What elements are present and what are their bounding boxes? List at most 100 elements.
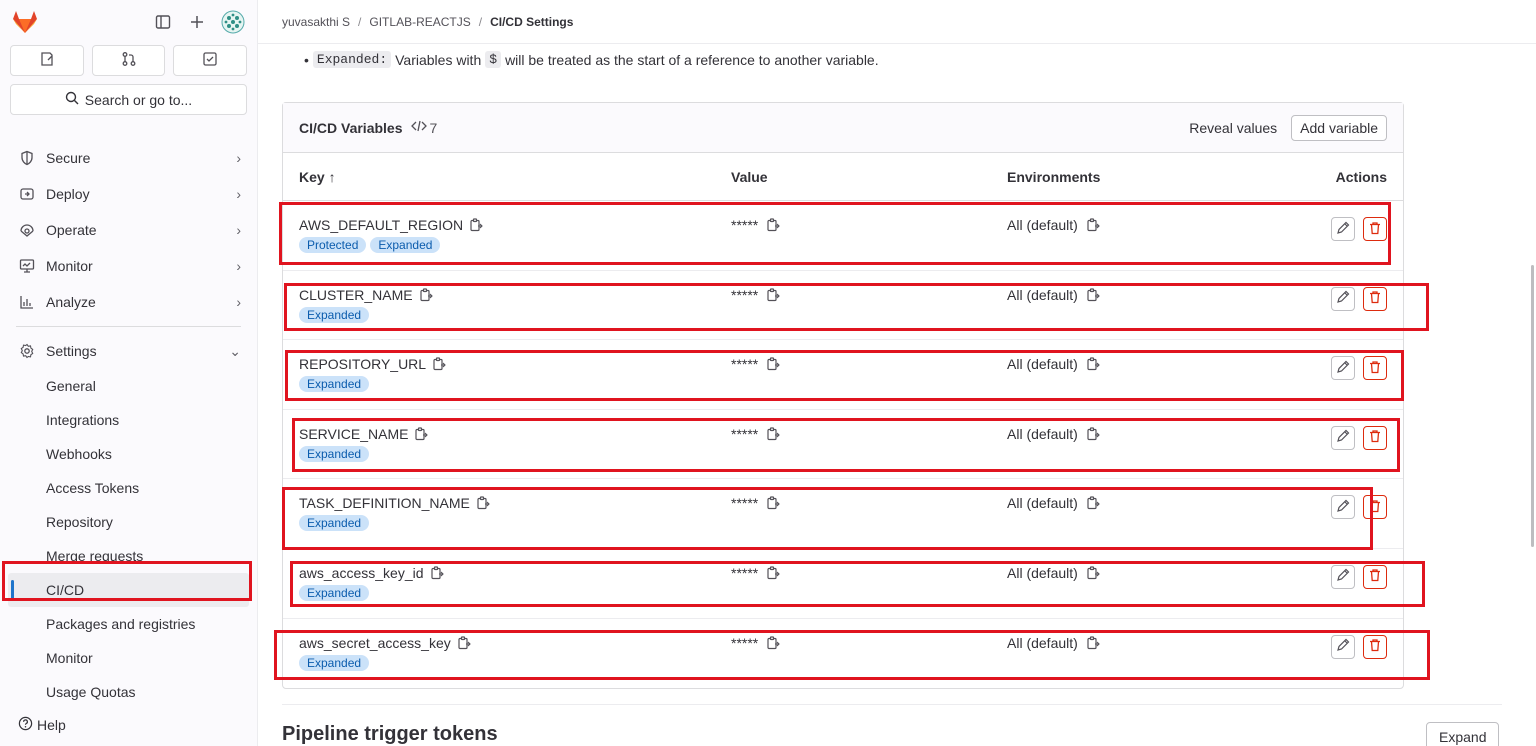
issues-shortcut-button[interactable] [10,45,84,76]
badge-group: Protected Expanded [299,237,731,253]
edit-variable-button[interactable] [1331,425,1355,450]
help-link[interactable]: Help [18,716,66,734]
delete-variable-button[interactable] [1363,425,1387,450]
copy-value-icon[interactable] [766,635,781,650]
badge-group: Expanded [299,584,731,601]
trash-icon [1368,221,1382,238]
settings-item-packages[interactable]: Packages and registries [0,607,257,641]
delete-variable-button[interactable] [1363,217,1387,241]
copy-environment-icon[interactable] [1086,357,1100,371]
delete-variable-button[interactable] [1363,286,1387,311]
pencil-icon [1336,499,1350,516]
copy-key-icon[interactable] [419,287,433,302]
badge-group: Expanded [299,306,731,323]
copy-value-icon[interactable] [766,218,781,232]
environment-scope: All (default) [1007,286,1078,303]
reveal-values-button[interactable]: Reveal values [1189,120,1277,136]
edit-variable-button[interactable] [1331,286,1355,311]
scrollbar[interactable] [1531,265,1534,547]
settings-item-usage-quotas[interactable]: Usage Quotas [0,675,257,709]
column-header-actions: Actions [1335,168,1387,185]
sidebar-item-secure[interactable]: Secure › [0,140,257,176]
variable-key: AWS_DEFAULT_REGION [299,217,464,233]
copy-environment-icon[interactable] [1086,427,1100,441]
copy-key-icon[interactable] [457,635,471,650]
sidebar-toggle-icon[interactable] [153,12,173,32]
delete-variable-button[interactable] [1363,634,1387,659]
edit-variable-button[interactable] [1331,495,1355,520]
variable-key: REPOSITORY_URL [299,356,427,373]
gitlab-logo-icon[interactable] [10,7,40,37]
delete-variable-button[interactable] [1363,356,1387,381]
settings-item-repository[interactable]: Repository [0,505,257,539]
copy-value-icon[interactable] [766,566,781,580]
add-variable-button[interactable]: Add variable [1291,114,1387,141]
edit-variable-button[interactable] [1331,564,1355,589]
table-row: CLUSTER_NAME Expanded ***** All (default… [283,271,1403,341]
sidebar-item-label: Analyze [46,294,96,310]
delete-variable-button[interactable] [1363,564,1387,589]
copy-environment-icon[interactable] [1086,496,1100,510]
issues-icon [39,51,55,70]
sidebar-item-analyze[interactable]: Analyze › [0,284,257,320]
breadcrumb-current[interactable]: CI/CD Settings [490,15,573,29]
copy-key-icon[interactable] [432,357,446,371]
copy-key-icon[interactable] [430,566,444,580]
edit-variable-button[interactable] [1331,217,1355,241]
settings-item-merge-requests[interactable]: Merge requests [0,539,257,573]
pencil-icon [1336,429,1350,446]
copy-key-icon[interactable] [469,218,483,232]
badge-protected: Protected [299,237,367,253]
edit-variable-button[interactable] [1331,356,1355,381]
value-cell: ***** [731,495,1007,511]
masked-value: ***** [731,425,759,442]
todos-shortcut-button[interactable] [173,45,248,76]
search-button[interactable]: Search or go to... [10,84,247,115]
plus-icon[interactable] [187,12,207,32]
settings-item-general[interactable]: General [0,369,257,403]
sidebar-item-settings[interactable]: Settings ⌄ [0,333,257,369]
environment-scope: All (default) [1007,634,1078,651]
merge-requests-shortcut-button[interactable] [91,45,166,76]
copy-key-icon[interactable] [414,427,429,441]
chevron-right-icon: › [236,258,241,274]
environment-cell: All (default) [1007,635,1307,651]
breadcrumb-user[interactable]: yuvasakthi S [282,15,350,29]
column-header-key[interactable]: Key ↑ [283,169,731,185]
copy-environment-icon[interactable] [1086,635,1100,650]
gear-icon [18,342,36,360]
copy-environment-icon[interactable] [1086,566,1100,580]
copy-environment-icon[interactable] [1086,287,1100,302]
environment-scope: All (default) [1007,217,1078,233]
merge-request-icon [121,51,137,70]
pencil-icon [1336,360,1350,377]
settings-item-webhooks[interactable]: Webhooks [0,437,257,471]
actions-cell [1307,286,1403,311]
settings-item-access-tokens[interactable]: Access Tokens [0,471,257,505]
expand-button[interactable]: Expand [1426,722,1500,746]
copy-value-icon[interactable] [766,357,781,371]
settings-item-monitor[interactable]: Monitor [0,641,257,675]
copy-value-icon[interactable] [766,427,781,441]
copy-value-icon[interactable] [766,287,781,302]
sidebar-item-label: Secure [46,150,91,166]
delete-variable-button[interactable] [1363,495,1387,520]
copy-key-icon[interactable] [476,496,490,510]
badge-group: Expanded [299,445,731,462]
copy-environment-icon[interactable] [1086,218,1100,232]
avatar[interactable] [221,10,245,34]
badge-group: Expanded [299,654,731,671]
breadcrumb-project[interactable]: GITLAB-REACTJS [369,15,470,29]
trash-icon [1368,429,1382,446]
copy-value-icon[interactable] [766,496,781,510]
edit-variable-button[interactable] [1331,634,1355,659]
pipeline-trigger-section: Pipeline trigger tokens Expand [282,704,1502,746]
badge-expanded: Expanded [299,376,370,393]
settings-item-integrations[interactable]: Integrations [0,403,257,437]
sidebar-item-deploy[interactable]: Deploy › [0,176,257,212]
breadcrumb-separator: / [478,14,483,29]
environment-scope: All (default) [1007,564,1078,581]
settings-item-ci-cd[interactable]: CI/CD [8,573,249,607]
sidebar-item-operate[interactable]: Operate › [0,212,257,248]
sidebar-item-monitor[interactable]: Monitor › [0,248,257,284]
